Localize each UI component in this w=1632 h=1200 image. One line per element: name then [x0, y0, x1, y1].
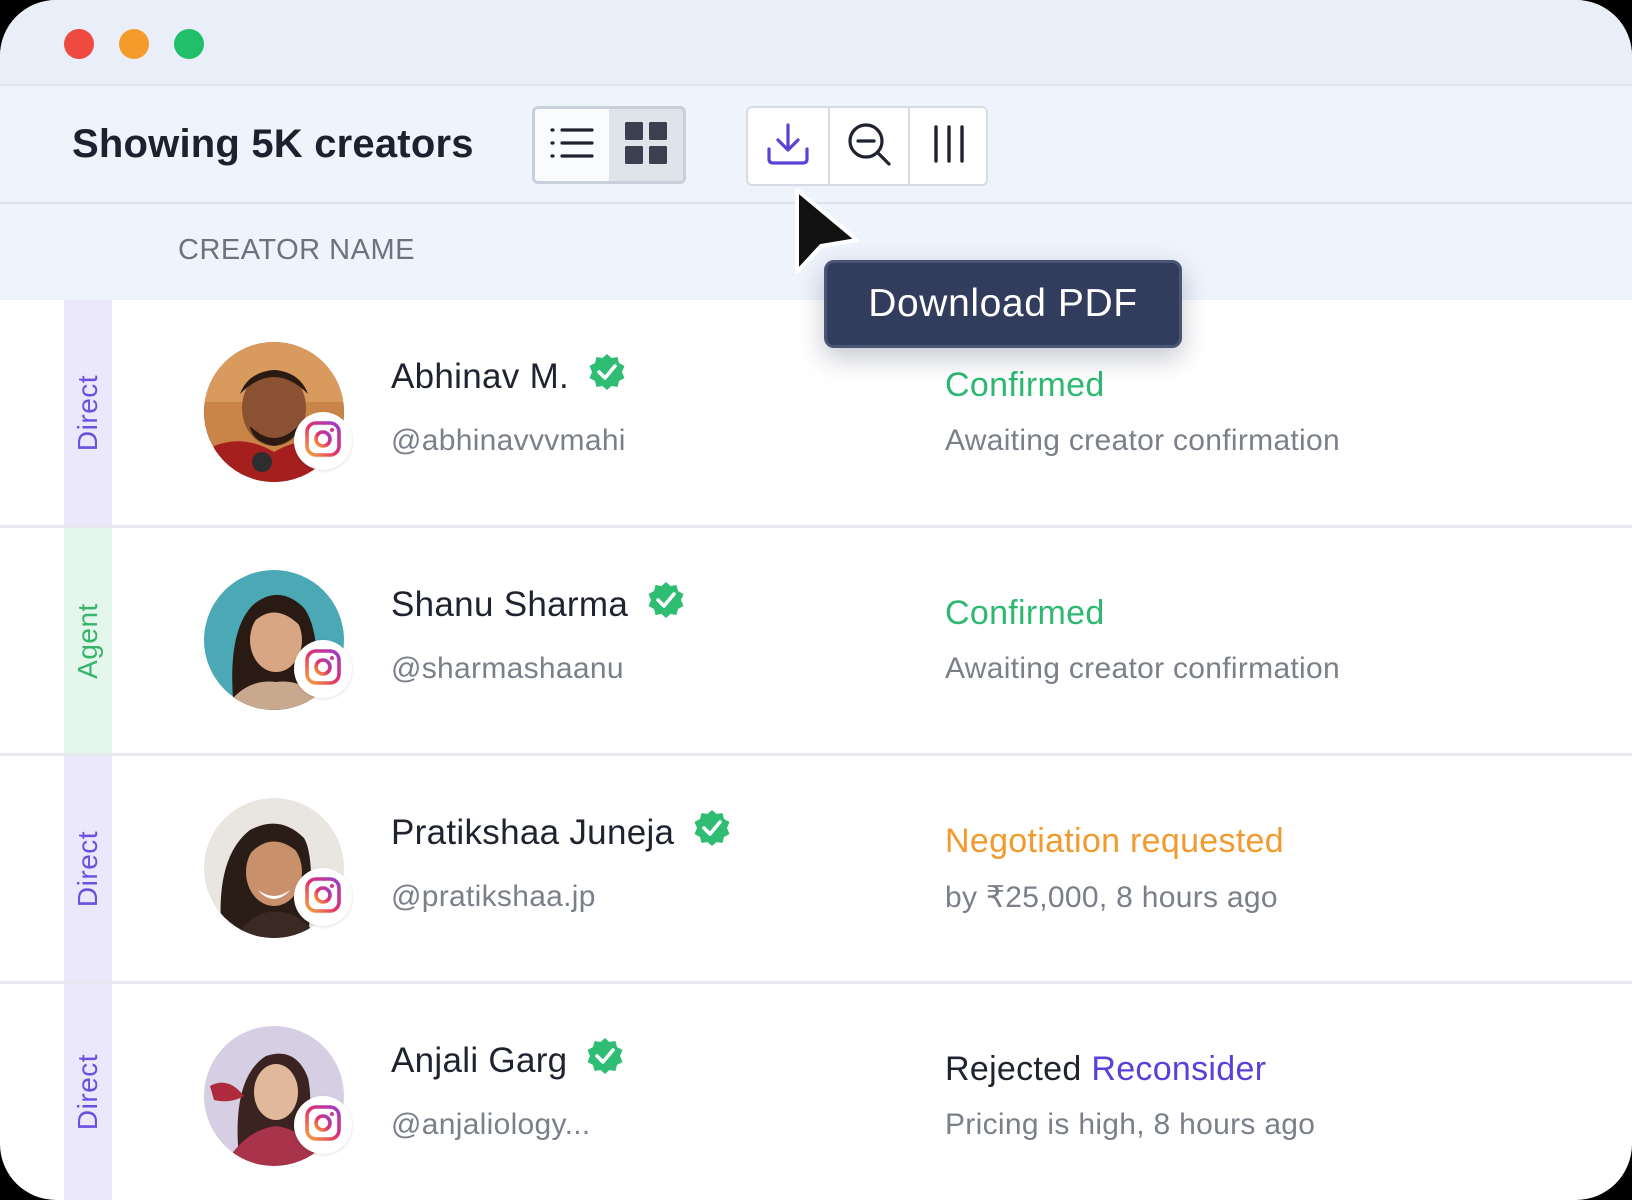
creator-name-text: Abhinav M. [391, 356, 570, 396]
row-tag: Direct [64, 756, 112, 981]
grid-icon [624, 121, 668, 170]
creator-name-text: Pratikshaa Juneja [391, 812, 675, 852]
verified-badge-icon [587, 352, 627, 401]
verified-badge-icon [646, 580, 686, 629]
instagram-badge [294, 640, 352, 698]
status-text: Confirmed [945, 366, 1105, 404]
verified-badge-icon [692, 808, 732, 857]
title-bar [0, 0, 1632, 86]
zoom-out-button[interactable] [828, 108, 908, 184]
creator-name[interactable]: Pratikshaa Juneja [391, 808, 732, 857]
table-actions [746, 106, 988, 186]
status-detail: by ₹25,000, 8 hours ago [945, 881, 1278, 914]
creator-handle: @pratikshaa.jp [391, 880, 596, 913]
grid-view-button[interactable] [609, 109, 683, 181]
status-detail: Awaiting creator confirmation [945, 652, 1340, 685]
creator-name-text: Anjali Garg [391, 1040, 568, 1080]
row-tag: Agent [64, 528, 112, 753]
row-tag: Direct [64, 984, 112, 1200]
columns-icon [931, 124, 967, 169]
row-tag-label: Agent [72, 602, 104, 679]
instagram-icon [303, 875, 343, 920]
instagram-icon [303, 1103, 343, 1148]
status-label: Rejected [945, 1050, 1082, 1088]
creator-handle: @abhinavvvmahi [391, 424, 626, 457]
close-window-button[interactable] [64, 29, 94, 59]
column-header-creator-name[interactable]: CREATOR NAME [178, 234, 415, 267]
table-row[interactable]: Direct Abhinav M. @abhinavvvmahi Confirm… [0, 300, 1632, 528]
maximize-window-button[interactable] [174, 29, 204, 59]
table-row[interactable]: Agent Shanu Sharma @sharmashaanu Confirm… [0, 528, 1632, 756]
list-view-button[interactable] [535, 109, 609, 181]
columns-button[interactable] [908, 108, 986, 184]
creator-handle: @sharmashaanu [391, 652, 624, 685]
view-toggle [532, 106, 686, 184]
row-tag-label: Direct [72, 374, 103, 451]
list-icon [549, 125, 595, 166]
download-button[interactable] [748, 108, 828, 184]
creator-name[interactable]: Abhinav M. [391, 352, 627, 401]
zoom-out-icon [846, 121, 892, 172]
row-tag-label: Direct [72, 830, 103, 907]
row-tag: Direct [64, 300, 112, 525]
creator-table-body: Direct Abhinav M. @abhinavvvmahi Confirm… [0, 300, 1632, 1200]
toolbar: Showing 5K creators [0, 86, 1632, 204]
reconsider-link[interactable]: Reconsider [1091, 1050, 1266, 1088]
page-title: Showing 5K creators [72, 122, 474, 166]
status-text: Confirmed [945, 594, 1105, 632]
status-text: Rejected Reconsider [945, 1050, 1266, 1089]
download-icon [765, 121, 811, 172]
creator-handle: @anjaliology... [391, 1108, 591, 1141]
instagram-icon [303, 647, 343, 692]
minimize-window-button[interactable] [119, 29, 149, 59]
status-detail: Pricing is high, 8 hours ago [945, 1108, 1316, 1141]
creator-name-text: Shanu Sharma [391, 584, 629, 624]
download-tooltip: Download PDF [824, 260, 1182, 348]
table-row[interactable]: Direct Anjali Garg @anjaliology... Rejec… [0, 984, 1632, 1200]
table-row[interactable]: Direct Pratikshaa Juneja @pratikshaa.jp … [0, 756, 1632, 984]
verified-badge-icon [585, 1036, 625, 1085]
instagram-badge [294, 1096, 352, 1154]
instagram-badge [294, 868, 352, 926]
row-tag-label: Direct [72, 1053, 103, 1131]
status-text: Negotiation requested [945, 822, 1284, 860]
mouse-cursor-icon [795, 188, 859, 274]
instagram-icon [303, 419, 343, 464]
creator-name[interactable]: Anjali Garg [391, 1036, 625, 1085]
creator-name[interactable]: Shanu Sharma [391, 580, 686, 629]
status-detail: Awaiting creator confirmation [945, 424, 1340, 457]
app-window: Showing 5K creators CREATOR NAME Direct … [0, 0, 1632, 1200]
instagram-badge [294, 412, 352, 470]
